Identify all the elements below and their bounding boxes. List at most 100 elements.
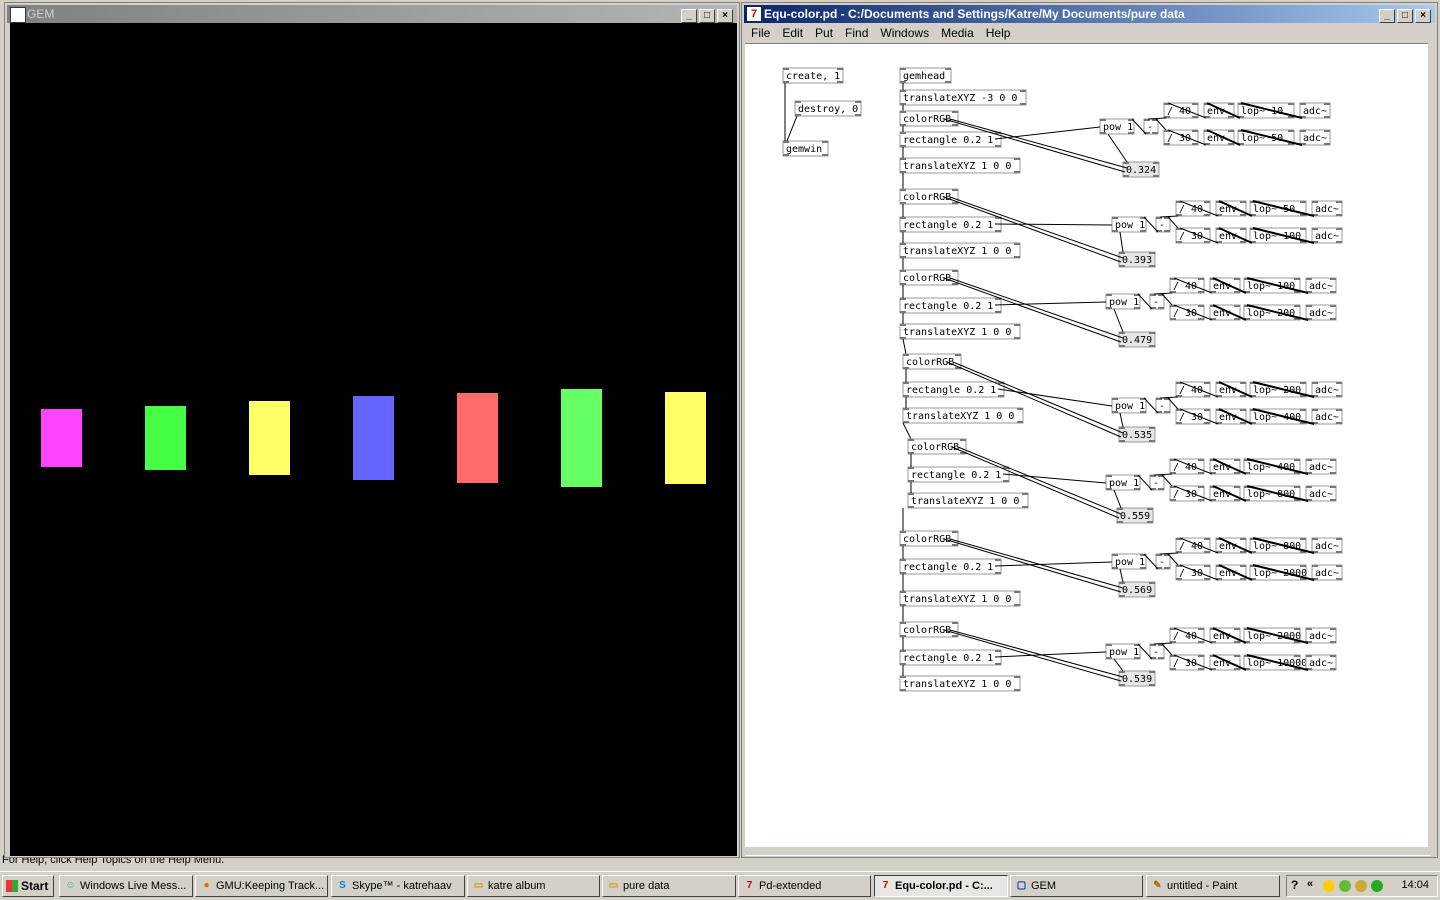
number-box[interactable]: 0.535 xyxy=(1118,426,1156,443)
rectangle-object[interactable]: rectangle 0.2 1 xyxy=(902,381,1005,398)
minimize-button[interactable]: _ xyxy=(1379,9,1395,23)
rectangle-object[interactable]: rectangle 0.2 1 xyxy=(899,216,1002,233)
pow-object[interactable]: pow 1 xyxy=(1105,643,1141,660)
gem-window[interactable]: GEM _ □ × xyxy=(4,2,740,858)
pow-object[interactable]: pow 1 xyxy=(1105,474,1141,491)
colorrgb-object[interactable]: colorRGB xyxy=(907,438,967,455)
maximize-button[interactable]: □ xyxy=(699,9,715,23)
env-object[interactable]: env xyxy=(1215,381,1247,398)
minus-object[interactable]: - xyxy=(1155,397,1171,414)
close-button[interactable]: × xyxy=(717,9,733,23)
divide-object[interactable]: / 40 xyxy=(1175,200,1211,217)
adc-object[interactable]: adc~ xyxy=(1299,129,1331,146)
colorrgb-object[interactable]: colorRGB xyxy=(899,269,959,286)
adc-object[interactable]: adc~ xyxy=(1311,227,1343,244)
gem-titlebar[interactable]: GEM _ □ × xyxy=(7,5,737,23)
pow-object[interactable]: pow 1 xyxy=(1111,553,1147,570)
colorrgb-object[interactable]: colorRGB xyxy=(902,353,962,370)
messenger-tray-icon[interactable] xyxy=(1323,880,1335,892)
env-object[interactable]: env xyxy=(1209,277,1241,294)
task-firefox[interactable]: ● GMU:Keeping Track... xyxy=(195,875,328,897)
colorrgb-object[interactable]: colorRGB xyxy=(899,621,959,638)
task-skype[interactable]: S Skype™ - katrehaav xyxy=(331,875,465,897)
divide-object[interactable]: / 30 xyxy=(1169,304,1205,321)
pd-patch-window[interactable]: 7 Equ-color.pd - C:/Documents and Settin… xyxy=(741,2,1438,858)
translate-object[interactable]: translateXYZ 1 0 0 xyxy=(899,323,1021,340)
destroy-message[interactable]: destroy, 0 xyxy=(794,100,862,117)
menu-help[interactable]: Help xyxy=(980,23,1017,43)
number-box[interactable]: 0.324 xyxy=(1122,161,1160,178)
help-icon[interactable]: ? xyxy=(1291,878,1298,892)
number-box[interactable]: 0.539 xyxy=(1118,670,1156,687)
horizontal-scrollbar[interactable] xyxy=(745,847,1434,855)
menu-put[interactable]: Put xyxy=(809,23,839,43)
adc-object[interactable]: adc~ xyxy=(1305,277,1337,294)
menu-windows[interactable]: Windows xyxy=(874,23,935,43)
divide-object[interactable]: / 30 xyxy=(1169,485,1205,502)
task-windows-live[interactable]: ☺ Windows Live Mess... xyxy=(59,875,193,897)
gemwin-object[interactable]: gemwin xyxy=(782,140,829,157)
minus-object[interactable]: - xyxy=(1149,474,1165,491)
divide-object[interactable]: / 40 xyxy=(1169,627,1205,644)
adc-object[interactable]: adc~ xyxy=(1305,627,1337,644)
adc-object[interactable]: adc~ xyxy=(1305,654,1337,671)
adc-object[interactable]: adc~ xyxy=(1311,564,1343,581)
wifi-tray-icon[interactable] xyxy=(1371,880,1383,892)
number-box[interactable]: 0.569 xyxy=(1118,581,1156,598)
pow-object[interactable]: pow 1 xyxy=(1099,118,1135,135)
network-tray-icon[interactable] xyxy=(1339,880,1351,892)
adc-object[interactable]: adc~ xyxy=(1311,537,1343,554)
expand-tray-icon[interactable]: « xyxy=(1307,878,1313,890)
pow-object[interactable]: pow 1 xyxy=(1111,397,1147,414)
rectangle-object[interactable]: rectangle 0.2 1 xyxy=(899,131,1002,148)
env-object[interactable]: env xyxy=(1209,627,1241,644)
minus-object[interactable]: - xyxy=(1155,216,1171,233)
env-object[interactable]: env xyxy=(1209,304,1241,321)
task-equ-color[interactable]: 7 Equ-color.pd - C:... xyxy=(874,875,1008,897)
divide-object[interactable]: / 40 xyxy=(1163,102,1199,119)
env-object[interactable]: env xyxy=(1215,200,1247,217)
pow-object[interactable]: pow 1 xyxy=(1111,216,1147,233)
volume-tray-icon[interactable] xyxy=(1355,880,1367,892)
rectangle-object[interactable]: rectangle 0.2 1 xyxy=(907,466,1010,483)
adc-object[interactable]: adc~ xyxy=(1305,485,1337,502)
env-object[interactable]: env xyxy=(1203,129,1235,146)
adc-object[interactable]: adc~ xyxy=(1311,381,1343,398)
translate-object[interactable]: translateXYZ 1 0 0 xyxy=(899,675,1021,692)
menu-edit[interactable]: Edit xyxy=(776,23,809,43)
task-katre-album[interactable]: ▭ katre album xyxy=(467,875,600,897)
patch-canvas[interactable]: create, 1 destroy, 0 gemwin gemhead translat… xyxy=(745,43,1431,856)
task-pure-data[interactable]: ▭ pure data xyxy=(602,875,736,897)
env-object[interactable]: env xyxy=(1215,227,1247,244)
gem-render-canvas[interactable] xyxy=(10,23,737,856)
pow-object[interactable]: pow 1 xyxy=(1105,293,1141,310)
rectangle-object[interactable]: rectangle 0.2 1 xyxy=(899,297,1002,314)
start-button[interactable]: Start xyxy=(2,875,54,897)
rectangle-object[interactable]: rectangle 0.2 1 xyxy=(899,558,1002,575)
divide-object[interactable]: / 30 xyxy=(1163,129,1199,146)
gemhead-object[interactable]: gemhead xyxy=(899,67,952,84)
close-button[interactable]: × xyxy=(1415,9,1431,23)
pd-titlebar[interactable]: 7 Equ-color.pd - C:/Documents and Settin… xyxy=(744,5,1435,23)
menu-find[interactable]: Find xyxy=(839,23,874,43)
adc-object[interactable]: adc~ xyxy=(1311,200,1343,217)
menu-media[interactable]: Media xyxy=(935,23,980,43)
colorrgb-object[interactable]: colorRGB xyxy=(899,110,959,127)
adc-object[interactable]: adc~ xyxy=(1305,304,1337,321)
adc-object[interactable]: adc~ xyxy=(1305,458,1337,475)
divide-object[interactable]: / 30 xyxy=(1175,227,1211,244)
divide-object[interactable]: / 40 xyxy=(1175,381,1211,398)
menu-file[interactable]: File xyxy=(745,23,776,43)
number-box[interactable]: 0.393 xyxy=(1118,251,1156,268)
colorrgb-object[interactable]: colorRGB xyxy=(899,188,959,205)
translate-object[interactable]: translateXYZ 1 0 0 xyxy=(899,590,1021,607)
maximize-button[interactable]: □ xyxy=(1397,9,1413,23)
task-pd-extended[interactable]: 7 Pd-extended xyxy=(738,875,871,897)
divide-object[interactable]: / 30 xyxy=(1175,408,1211,425)
env-object[interactable]: env xyxy=(1215,564,1247,581)
translate-object[interactable]: translateXYZ 1 0 0 xyxy=(902,407,1024,424)
rectangle-object[interactable]: rectangle 0.2 1 xyxy=(899,649,1002,666)
minus-object[interactable]: - xyxy=(1143,118,1159,135)
task-paint[interactable]: ✎ untitled - Paint xyxy=(1146,875,1280,897)
number-box[interactable]: 0.559 xyxy=(1116,507,1154,524)
